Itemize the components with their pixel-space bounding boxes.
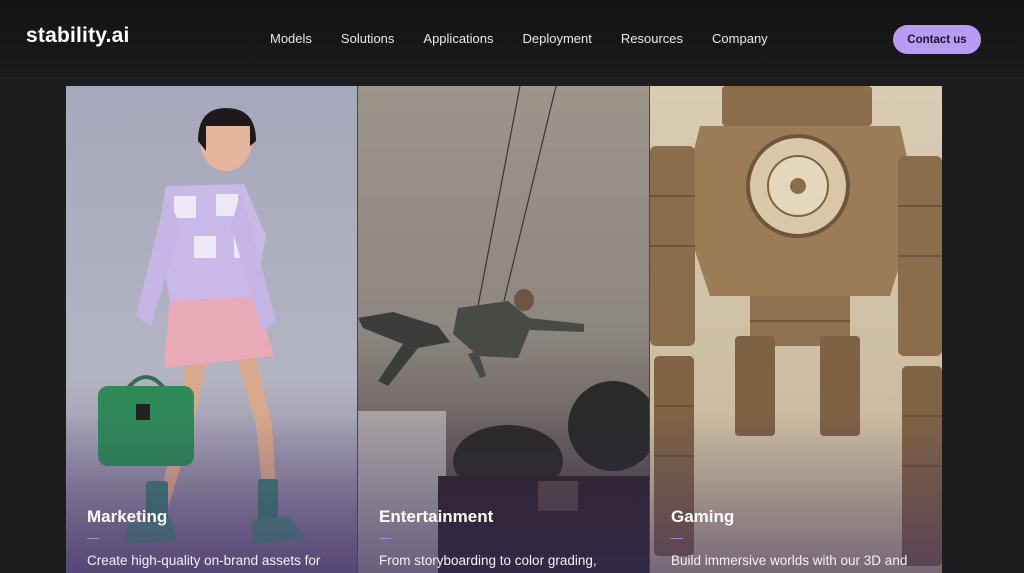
card-description: Build immersive worlds with our 3D and <box>671 553 908 568</box>
nav-item-deployment[interactable]: Deployment <box>523 31 592 46</box>
card-overlay <box>650 413 942 573</box>
card-overlay <box>66 413 357 573</box>
nav-item-company[interactable]: Company <box>712 31 768 46</box>
card-description: Create high-quality on-brand assets for <box>87 553 321 568</box>
page: stability.ai Models Solutions Applicatio… <box>0 0 1024 573</box>
nav-item-resources[interactable]: Resources <box>621 31 683 46</box>
logo[interactable]: stability.ai <box>26 24 130 48</box>
card-overlay <box>358 413 649 573</box>
card-marketing[interactable]: Marketing Create high-quality on-brand a… <box>66 86 358 573</box>
card-entertainment[interactable]: Entertainment From storyboarding to colo… <box>358 86 650 573</box>
card-divider <box>379 538 391 539</box>
card-description: From storyboarding to color grading, <box>379 553 597 568</box>
card-title: Marketing <box>87 507 168 526</box>
use-case-cards: Marketing Create high-quality on-brand a… <box>66 86 942 573</box>
nav-item-applications[interactable]: Applications <box>423 31 493 46</box>
main-nav: Models Solutions Applications Deployment… <box>270 31 768 46</box>
card-divider <box>671 538 683 539</box>
card-divider <box>87 538 99 539</box>
card-gaming[interactable]: Gaming Build immersive worlds with our 3… <box>650 86 942 573</box>
nav-item-models[interactable]: Models <box>270 31 312 46</box>
nav-item-solutions[interactable]: Solutions <box>341 31 394 46</box>
card-title: Entertainment <box>379 507 494 526</box>
card-title: Gaming <box>671 507 735 526</box>
contact-us-button[interactable]: Contact us <box>893 25 981 54</box>
site-header: stability.ai Models Solutions Applicatio… <box>0 0 1024 78</box>
